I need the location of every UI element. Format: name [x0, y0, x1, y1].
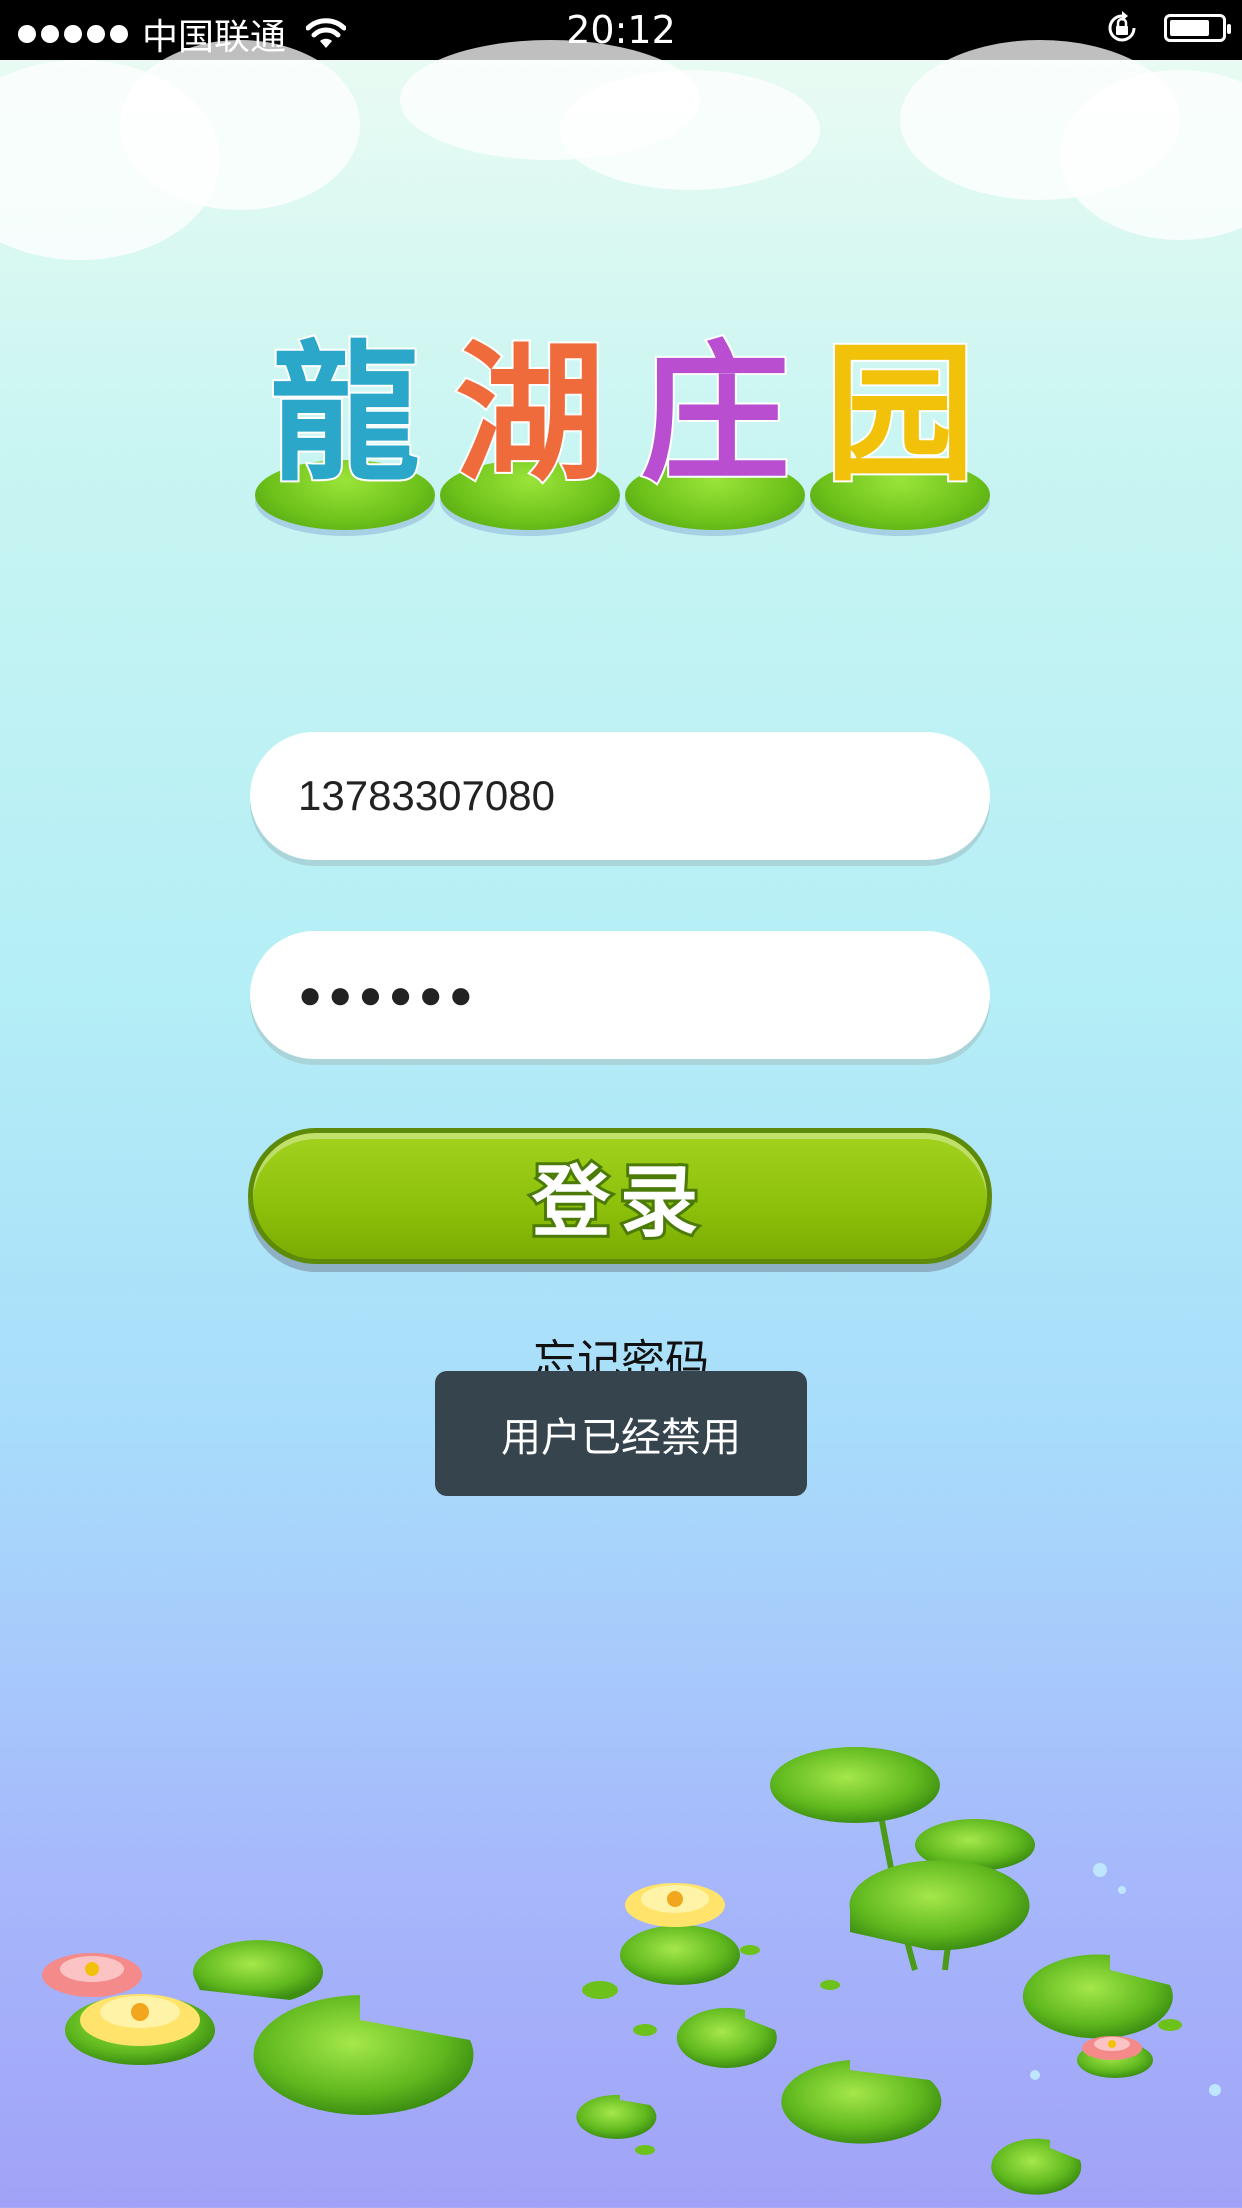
water-lily-flower: [1082, 2036, 1142, 2060]
lily-pad: [849, 1860, 1030, 1951]
water-lily-flower: [42, 1953, 142, 1997]
lily-pad: [781, 2060, 942, 2144]
lily-pad: [576, 2094, 657, 2139]
phone-input-value: 13783307080: [298, 772, 555, 819]
password-input-value: ●●●●●●: [298, 972, 479, 1017]
error-toast: 用户已经禁用: [435, 1371, 807, 1496]
lily-pad: [991, 2138, 1082, 2195]
logo-char-1: 龍: [255, 328, 435, 530]
lily-leaf: [770, 1747, 940, 1823]
rotation-lock-icon: [1108, 11, 1136, 42]
app-logo: 龍 湖 庄 园: [255, 328, 995, 530]
lily-pad: [1022, 1954, 1173, 2039]
battery-icon: [1164, 14, 1231, 42]
logo-char-4: 园: [810, 328, 990, 530]
login-button-label: 登录: [529, 1155, 708, 1251]
login-button[interactable]: 登录: [248, 1128, 992, 1264]
lily-pad: [676, 2007, 777, 2068]
password-input[interactable]: ●●●●●●: [250, 931, 990, 1059]
logo-char-3: 庄: [625, 328, 805, 530]
lily-pad: [253, 1995, 474, 2115]
lily-pad: [620, 1925, 740, 1985]
toast-message: 用户已经禁用: [501, 1414, 741, 1461]
status-right: [1104, 10, 1231, 46]
phone-input[interactable]: 13783307080: [250, 732, 990, 860]
lily-pad: [193, 1940, 324, 2000]
water-lily-flower: [625, 1883, 725, 1927]
lily-pond-illustration: [42, 1747, 1221, 2195]
logo-char-2: 湖: [440, 328, 620, 530]
water-lily-flower: [80, 1994, 200, 2046]
